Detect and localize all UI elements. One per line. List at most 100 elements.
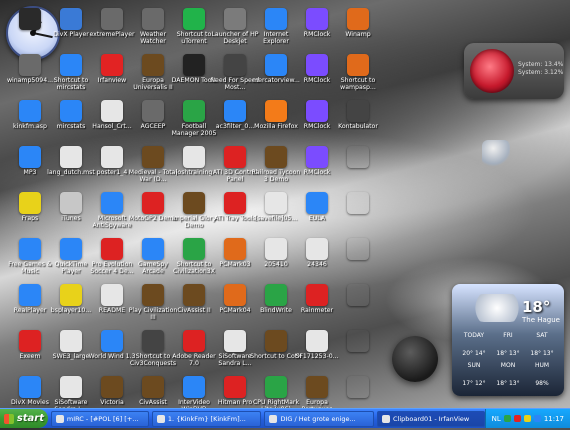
desktop-icon-image (101, 146, 123, 168)
tray-icon[interactable] (513, 415, 521, 422)
desktop-icon-image (265, 238, 287, 260)
desktop-icon-image (347, 8, 369, 30)
desktop-icon-image (224, 284, 246, 306)
desktop-icon-image (224, 330, 246, 352)
desktop-icon-image (60, 100, 82, 122)
taskbar-item[interactable]: DIG / Het grote enige... (264, 410, 375, 427)
desktop-icon-image (183, 54, 205, 76)
weather-cell: TODAY (463, 332, 485, 339)
taskbar-item-label: 1. {KinkFm} [KinkFm]... (167, 414, 246, 423)
desktop-icon-image (265, 54, 287, 76)
system-monitor-line-1: System: 13.4% (518, 61, 564, 68)
desktop-icon-image (306, 238, 328, 260)
desktop-icon-image (60, 8, 82, 30)
weather-cell: SAT (536, 332, 548, 339)
weather-cloud-icon (470, 294, 524, 322)
weather-cell: 18° 13° (530, 350, 554, 357)
system-monitor-gadget[interactable]: System: 13.4% System: 3.12% (464, 43, 564, 99)
weather-cell: 18° 13° (496, 350, 520, 357)
taskbar-item-active[interactable]: Clipboard01 - IrfanView (377, 410, 485, 427)
desktop-icon-image (19, 54, 41, 76)
desktop-icon-image (265, 330, 287, 352)
weather-row-3: SUN MON HUM (458, 362, 558, 369)
desktop-icon-image (60, 330, 82, 352)
system-monitor-dial (470, 49, 514, 93)
desktop-icon-image (101, 100, 123, 122)
weather-row-2: 20° 14° 18° 13° 18° 13° (458, 350, 558, 357)
weather-current-temp: 18° (522, 298, 551, 316)
weather-cell: 20° 14° (462, 350, 486, 357)
tray-clock[interactable]: 11:17 (544, 415, 564, 423)
desktop-icon-label: Winamp (345, 31, 371, 38)
desktop-icon-image (265, 192, 287, 214)
desktop-icon-image (224, 376, 246, 398)
desktop-icon-image (101, 330, 123, 352)
recycle-bin-icon[interactable] (482, 140, 510, 168)
desktop-icon-image (224, 192, 246, 214)
taskbar-item-label: mIRC - [#POL [6] [+... (66, 414, 139, 423)
taskbar-item[interactable]: mIRC - [#POL [6] [+... (50, 410, 149, 427)
desktop-icon-image (19, 192, 41, 214)
desktop-icon-image (183, 146, 205, 168)
desktop-icon-image (224, 54, 246, 76)
desktop-icon-image (306, 54, 328, 76)
desktop-icon-image (142, 100, 164, 122)
desktop-icon-image (142, 330, 164, 352)
desktop-icon-image (183, 284, 205, 306)
desktop-icon-image (60, 238, 82, 260)
desktop-icon-image (142, 238, 164, 260)
start-button[interactable]: start (0, 409, 48, 428)
decorative-sphere (392, 336, 438, 382)
desktop-icon-image (265, 8, 287, 30)
desktop-icon-image (347, 238, 369, 260)
system-tray: NL 11:17 (484, 409, 570, 428)
start-label: start (16, 413, 45, 424)
desktop-icon-image (183, 100, 205, 122)
desktop-icon-image (306, 376, 328, 398)
desktop-icon-image (183, 330, 205, 352)
taskbar-item-label: Clipboard01 - IrfanView (393, 414, 470, 423)
tray-icon[interactable] (533, 415, 541, 422)
desktop-icon-image (347, 376, 369, 398)
weather-cell: 98% (535, 380, 549, 387)
desktop-icon-image (183, 376, 205, 398)
desktop-icon-image (101, 238, 123, 260)
desktop-icon-image (306, 8, 328, 30)
desktop-icon-image (142, 54, 164, 76)
desktop-icon-image (347, 284, 369, 306)
desktop-icon-image (19, 330, 41, 352)
desktop-icon-image (347, 54, 369, 76)
desktop-icon-image (347, 146, 369, 168)
weather-row-1: TODAY FRI SAT (458, 332, 558, 339)
desktop-icon-image (101, 284, 123, 306)
desktop-icon-image (224, 146, 246, 168)
windows-logo-icon (3, 413, 14, 424)
desktop-icon-image (306, 330, 328, 352)
desktop-icon-image (60, 54, 82, 76)
desktop-icon-image (101, 192, 123, 214)
desktop-icon-image (101, 376, 123, 398)
desktop-icon-image (60, 192, 82, 214)
desktop-icon-image (19, 8, 41, 30)
desktop-icon-label: Shortcut to wampasp... (340, 77, 376, 91)
desktop-icon-image (19, 100, 41, 122)
desktop-icon-label: Kontabulator (338, 123, 378, 130)
desktop-icon-image (183, 238, 205, 260)
desktop-icon-image (183, 8, 205, 30)
desktop-icon-image (347, 192, 369, 214)
desktop-icon-image (265, 376, 287, 398)
desktop-icon-image (347, 330, 369, 352)
weather-cell: FRI (503, 332, 513, 339)
desktop-icon-image (306, 284, 328, 306)
weather-widget[interactable]: 18° The Hague TODAY FRI SAT 20° 14° 18° … (452, 284, 564, 396)
desktop-icon-image (224, 8, 246, 30)
desktop-icon-image (19, 284, 41, 306)
language-indicator[interactable]: NL (492, 415, 501, 423)
tray-icon[interactable] (523, 415, 531, 422)
weather-city: The Hague (522, 316, 560, 324)
app-icon (156, 414, 165, 423)
weather-row-4: 17° 12° 18° 13° 98% (458, 380, 558, 387)
desktop-icon-image (224, 238, 246, 260)
tray-icon[interactable] (503, 415, 511, 422)
taskbar-item[interactable]: 1. {KinkFm} [KinkFm]... (151, 410, 262, 427)
